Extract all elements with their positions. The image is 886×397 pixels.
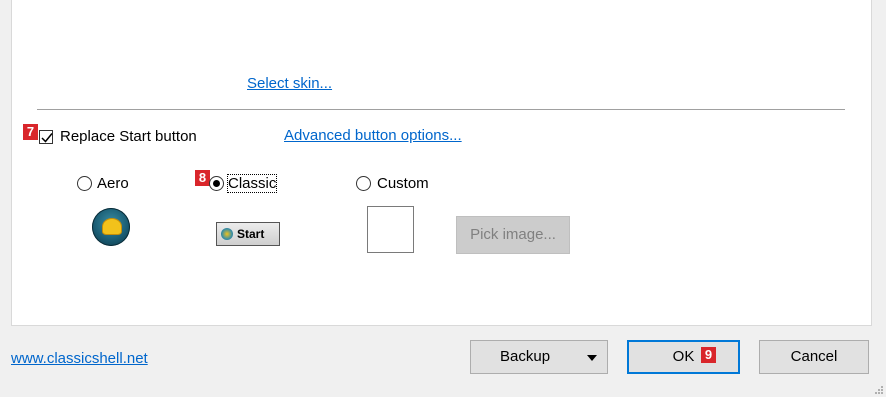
annotation-badge-8: 8 bbox=[195, 170, 210, 186]
radio-aero-label[interactable]: Aero bbox=[97, 175, 129, 192]
ok-label: OK bbox=[672, 348, 695, 365]
shell-mini-icon bbox=[221, 228, 233, 240]
cancel-button[interactable]: Cancel bbox=[759, 340, 869, 374]
ok-button[interactable]: OK bbox=[627, 340, 740, 374]
shell-orb-icon bbox=[92, 208, 130, 246]
radio-aero[interactable] bbox=[77, 176, 92, 191]
dropdown-arrow-icon bbox=[587, 355, 597, 361]
custom-image-preview bbox=[367, 206, 414, 253]
backup-label: Backup bbox=[500, 348, 551, 365]
replace-start-label[interactable]: Replace Start button bbox=[60, 128, 197, 145]
check-icon bbox=[41, 133, 53, 143]
separator bbox=[37, 109, 845, 110]
annotation-badge-7: 7 bbox=[23, 124, 38, 140]
radio-custom-label[interactable]: Custom bbox=[377, 175, 429, 192]
settings-panel bbox=[11, 0, 872, 326]
pick-image-button: Pick image... bbox=[456, 216, 570, 254]
annotation-badge-9: 9 bbox=[701, 347, 716, 363]
radio-custom[interactable] bbox=[356, 176, 371, 191]
replace-start-checkbox[interactable] bbox=[39, 130, 53, 144]
advanced-button-options-link[interactable]: Advanced button options... bbox=[284, 127, 462, 144]
resize-grip-icon[interactable] bbox=[873, 384, 883, 394]
radio-classic-label[interactable]: Classic bbox=[226, 174, 278, 193]
classic-start-text: Start bbox=[237, 227, 265, 241]
classic-start-preview: Start bbox=[216, 222, 280, 246]
select-skin-link[interactable]: Select skin... bbox=[247, 75, 332, 92]
backup-button[interactable]: Backup bbox=[470, 340, 608, 374]
radio-classic[interactable] bbox=[209, 176, 224, 191]
website-link[interactable]: www.classicshell.net bbox=[11, 350, 148, 367]
